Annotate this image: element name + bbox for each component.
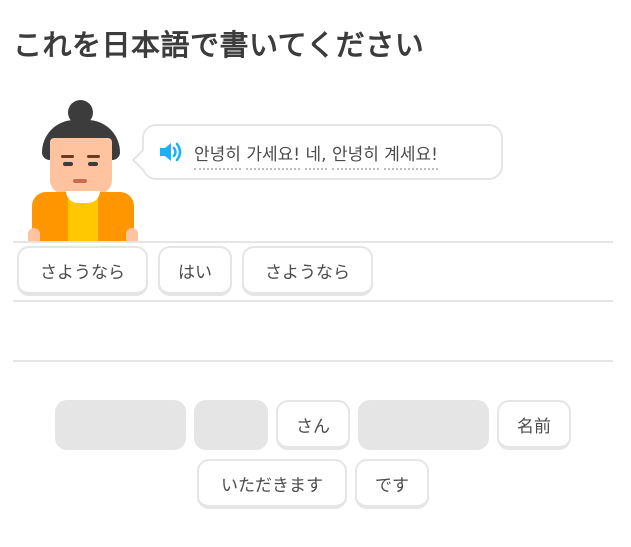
speaker-icon[interactable]: [158, 140, 186, 164]
prompt-word[interactable]: 안녕히: [194, 144, 241, 170]
answer-line-middle: [13, 300, 613, 302]
character-face: [50, 138, 112, 194]
word-bank-placeholder: [358, 400, 489, 450]
speech-bubble: 안녕히 가세요! 네, 안녕히 계세요!: [131, 124, 503, 180]
answer-tile[interactable]: はい: [158, 246, 232, 296]
character-mouth: [73, 179, 87, 183]
word-bank-tile[interactable]: さん: [276, 400, 350, 450]
character-avatar: [28, 100, 138, 242]
prompt-sentence: 안녕히 가세요! 네, 안녕히 계세요!: [194, 140, 439, 170]
word-bank-tile[interactable]: いただきます: [197, 459, 347, 509]
page-title: これを日本語で書いてください: [13, 28, 425, 62]
prompt-word[interactable]: 안녕히: [331, 144, 379, 170]
answer-line-bottom: [13, 360, 613, 362]
answer-tile[interactable]: さようなら: [17, 246, 148, 296]
answer-tile[interactable]: さようなら: [242, 246, 373, 296]
prompt-word[interactable]: 계세요!: [384, 144, 439, 170]
word-bank-placeholder: [194, 400, 268, 450]
character-eye-right: [88, 162, 98, 166]
character-hand-right: [126, 228, 138, 242]
prompt-word[interactable]: 네,: [305, 144, 327, 170]
answer-line-top: [13, 241, 613, 243]
word-bank-row-1: さん 名前: [55, 400, 571, 450]
word-bank-placeholder: [55, 400, 186, 450]
character-hand-left: [28, 228, 40, 242]
prompt-word[interactable]: 가세요!: [246, 144, 301, 170]
word-bank-tile[interactable]: です: [355, 459, 429, 509]
character-brow-right: [87, 155, 100, 158]
character-eye-left: [63, 162, 73, 166]
word-bank-row-2: いただきます です: [197, 459, 429, 509]
word-bank-tile[interactable]: 名前: [497, 400, 571, 450]
character-brow-left: [61, 155, 74, 158]
answer-area: さようなら はい さようなら: [17, 246, 373, 296]
